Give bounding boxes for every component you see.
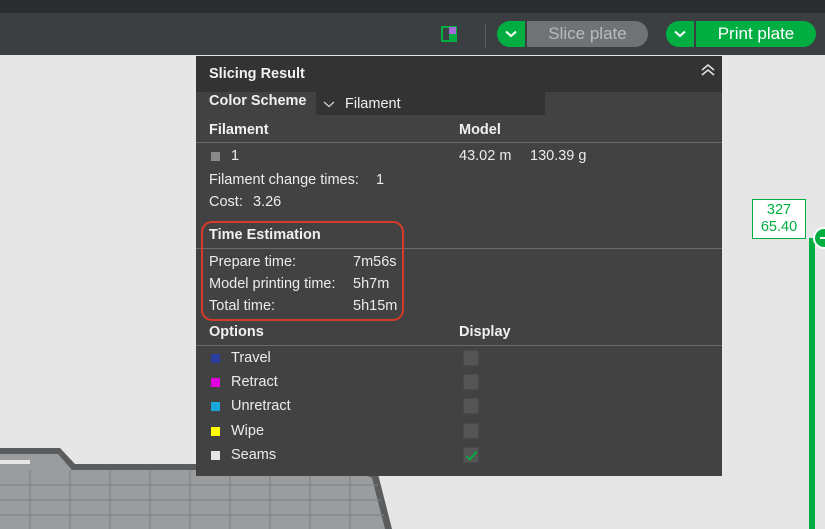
wipe-color-swatch	[211, 427, 220, 436]
minus-icon	[820, 237, 825, 239]
layer-slider-track[interactable]	[809, 238, 815, 529]
double-chevron-up-icon[interactable]	[700, 63, 716, 77]
toolbar-separator	[485, 23, 486, 47]
color-scheme-label: Color Scheme	[209, 93, 307, 109]
time-estimation-highlight	[201, 221, 404, 321]
layer-number: 327	[766, 202, 792, 218]
chevron-down-icon	[505, 30, 517, 38]
filament-color-swatch	[211, 152, 220, 161]
option-label-retract: Retract	[231, 374, 278, 390]
filament-id: 1	[231, 148, 240, 164]
filament-change-value: 1	[376, 172, 385, 188]
option-label-seams: Seams	[231, 447, 277, 463]
cost-value: 3.26	[253, 194, 282, 210]
retract-display-checkbox[interactable]	[463, 374, 479, 390]
window-top-strip	[0, 0, 825, 13]
layout-icon[interactable]	[441, 26, 457, 42]
model-column-header: Model	[459, 122, 501, 138]
print-options-dropdown[interactable]	[666, 21, 694, 47]
print-plate-button[interactable]: Print plate	[696, 21, 816, 47]
display-column-header: Display	[459, 324, 511, 340]
cost-label: Cost:	[209, 194, 243, 210]
divider	[196, 142, 722, 143]
options-column-header: Options	[209, 324, 264, 340]
unretract-color-swatch	[211, 402, 220, 411]
travel-color-swatch	[211, 354, 220, 363]
retract-color-swatch	[211, 378, 220, 387]
slice-plate-button[interactable]: Slice plate	[527, 21, 648, 47]
filament-length: 43.02 m	[459, 148, 512, 164]
option-label-travel: Travel	[231, 350, 271, 366]
option-label-unretract: Unretract	[231, 398, 291, 414]
travel-display-checkbox[interactable]	[463, 350, 479, 366]
filament-weight: 130.39 g	[530, 148, 587, 164]
chevron-down-icon	[674, 30, 686, 38]
panel-header: Slicing Result	[196, 56, 722, 92]
option-label-wipe: Wipe	[231, 423, 265, 439]
panel-title: Slicing Result	[209, 66, 305, 82]
seams-display-checkbox[interactable]	[463, 447, 479, 463]
layer-slider-label: 327 65.40	[752, 199, 806, 239]
filament-change-label: Filament change times:	[209, 172, 359, 188]
wipe-display-checkbox[interactable]	[463, 423, 479, 439]
filament-column-header: Filament	[209, 122, 269, 138]
seams-color-swatch	[211, 451, 220, 460]
color-scheme-select[interactable]: Filament	[316, 92, 545, 115]
color-scheme-value: Filament	[345, 96, 401, 112]
slice-options-dropdown[interactable]	[497, 21, 525, 47]
chevron-down-icon	[323, 101, 335, 108]
layer-height: 65.40	[760, 219, 798, 235]
unretract-display-checkbox[interactable]	[463, 398, 479, 414]
checkmark-icon	[465, 450, 478, 461]
divider	[196, 345, 722, 346]
